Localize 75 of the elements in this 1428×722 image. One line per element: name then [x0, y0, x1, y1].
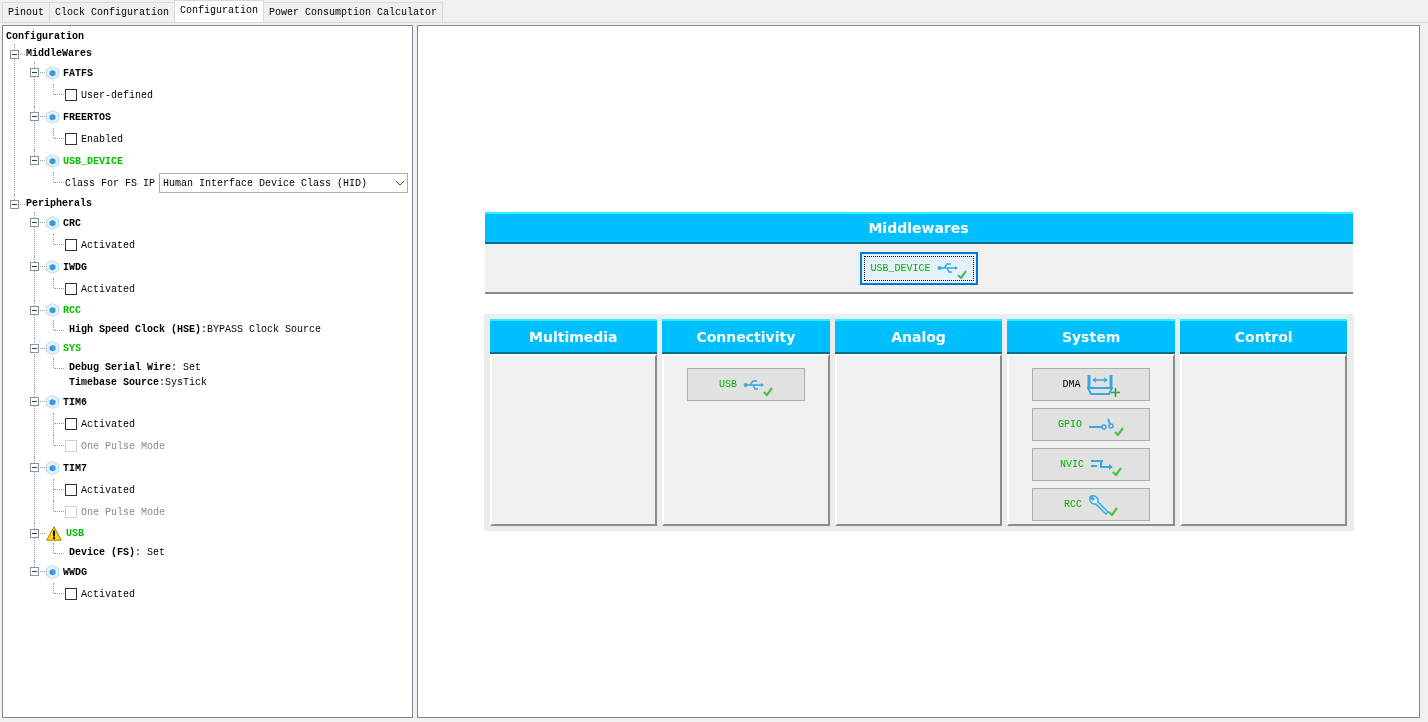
- collapse-button[interactable]: [30, 262, 39, 271]
- setting-text: Timebase Source:SysTick: [69, 376, 209, 390]
- collapse-button[interactable]: [30, 112, 39, 121]
- category-header: Multimedia: [489, 319, 658, 354]
- checkbox-label: One Pulse Mode: [81, 440, 165, 452]
- checkbox-label: Activated: [81, 283, 135, 295]
- tree-item[interactable]: IWDG: [63, 261, 87, 273]
- tab[interactable]: Power Consumption Calculator: [263, 2, 444, 22]
- collapse-button[interactable]: [30, 567, 39, 576]
- tree-item[interactable]: FREERTOS: [63, 111, 111, 123]
- collapse-button[interactable]: [30, 397, 39, 406]
- collapse-button[interactable]: [10, 200, 19, 209]
- tab[interactable]: Pinout: [2, 2, 50, 22]
- minus-icon: [31, 113, 38, 120]
- tree-item[interactable]: MiddleWares: [26, 47, 92, 59]
- category-header: Connectivity: [662, 319, 830, 354]
- collapse-button[interactable]: [30, 529, 39, 538]
- section-header: Middlewares: [484, 212, 1353, 244]
- minus-icon: [31, 464, 38, 471]
- setting-text: Debug Serial Wire: Set: [69, 361, 203, 375]
- checkbox[interactable]: [65, 133, 77, 145]
- checkbox-label: Activated: [81, 588, 135, 600]
- collapse-button[interactable]: [30, 156, 39, 165]
- checkbox[interactable]: [65, 239, 77, 251]
- collapse-button[interactable]: [30, 306, 39, 315]
- collapse-button[interactable]: [30, 463, 39, 472]
- tree-item[interactable]: FATFS: [63, 67, 93, 79]
- checkbox-label: User-defined: [81, 89, 153, 101]
- minus-icon: [31, 263, 38, 270]
- setting-text: High Speed Clock (HSE):BYPASS Clock Source: [69, 323, 323, 337]
- minus-icon: [11, 201, 18, 208]
- minus-icon: [31, 345, 38, 352]
- category-header: Analog: [834, 319, 1003, 354]
- field-label: Class For FS IP: [65, 177, 155, 189]
- usb-icon: [936, 262, 959, 274]
- tree-item[interactable]: TIM6: [63, 396, 87, 408]
- minus-icon: [31, 530, 38, 537]
- checkbox-label: Activated: [81, 239, 135, 251]
- minus-icon: [31, 157, 38, 164]
- collapse-button[interactable]: [10, 50, 19, 59]
- checkbox[interactable]: [65, 484, 77, 496]
- checkbox[interactable]: [65, 283, 77, 295]
- caret-icon: [395, 180, 405, 186]
- checkbox-label: Activated: [81, 418, 135, 430]
- peripheral-button[interactable]: DMA: [1032, 368, 1151, 401]
- minus-icon: [31, 307, 38, 314]
- tree-root[interactable]: Configuration: [5, 29, 412, 44]
- category-header: Control: [1179, 319, 1348, 354]
- tree-item[interactable]: CRC: [63, 217, 81, 229]
- switch-icon: [1088, 416, 1117, 433]
- checkbox-label: One Pulse Mode: [81, 506, 165, 518]
- minus-icon: [31, 398, 38, 405]
- minus-icon: [11, 51, 18, 58]
- tree-item[interactable]: Peripherals: [26, 197, 92, 209]
- tree-item[interactable]: WWDG: [63, 566, 87, 578]
- minus-icon: [31, 568, 38, 575]
- checkbox-label: Enabled: [81, 133, 123, 145]
- minus-icon: [31, 69, 38, 76]
- checkbox-label: Activated: [81, 484, 135, 496]
- wrench-icon: [1088, 493, 1111, 516]
- interrupt-icon: [1090, 457, 1115, 472]
- checkbox[interactable]: [65, 418, 77, 430]
- checkbox[interactable]: [65, 588, 77, 600]
- minus-icon: [31, 219, 38, 226]
- checkbox[interactable]: [65, 89, 77, 101]
- collapse-button[interactable]: [30, 218, 39, 227]
- category-header: System: [1007, 319, 1175, 354]
- tree-item[interactable]: TIM7: [63, 462, 87, 474]
- usb-icon: [742, 378, 765, 391]
- dma-icon: [1086, 373, 1113, 396]
- setting-text: Device (FS): Set: [69, 546, 167, 560]
- class-dropdown[interactable]: Human Interface Device Class (HID): [159, 173, 408, 193]
- collapse-button[interactable]: [30, 68, 39, 77]
- collapse-button[interactable]: [30, 344, 39, 353]
- tab[interactable]: Configuration: [174, 0, 265, 22]
